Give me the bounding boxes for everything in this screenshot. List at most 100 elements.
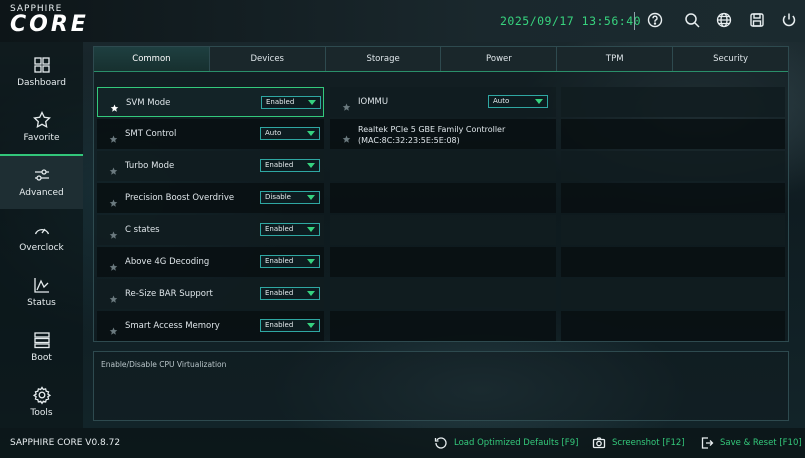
empty-row	[330, 279, 556, 309]
brand-main: CORE	[10, 12, 89, 37]
dropdown-value: Enabled	[265, 225, 294, 233]
dropdown-arrow-icon	[307, 195, 315, 200]
favorite-star-icon[interactable]	[109, 193, 118, 207]
empty-row	[330, 247, 556, 277]
gauge-icon	[32, 220, 52, 240]
dropdown-arrow-icon	[307, 227, 315, 232]
empty-row	[561, 87, 785, 117]
favorite-star-icon[interactable]	[109, 225, 118, 239]
favorite-star-icon[interactable]	[342, 97, 351, 111]
setting-label: Precision Boost Overdrive	[125, 193, 235, 203]
favorite-star-icon[interactable]	[110, 98, 119, 112]
sidebar-item-label: Tools	[30, 408, 53, 418]
smart-access-memory-dropdown[interactable]: Enabled	[260, 319, 320, 332]
power-icon[interactable]	[780, 11, 798, 29]
setting-row-realtek-controller[interactable]: Realtek PCIe 5 GBE Family Controller (MAC…	[330, 119, 556, 149]
empty-row	[330, 311, 556, 341]
c-states-dropdown[interactable]: Enabled	[260, 223, 320, 236]
sidebar-item-status[interactable]: Status	[0, 264, 83, 319]
description-text: Enable/Disable CPU Virtualization	[101, 360, 227, 369]
favorite-star-icon[interactable]	[109, 289, 118, 303]
resize-bar-support-dropdown[interactable]: Enabled	[260, 287, 320, 300]
tab-security[interactable]: Security	[673, 47, 788, 71]
sidebar-item-label: Dashboard	[17, 78, 66, 88]
setting-row-turbo-mode[interactable]: Turbo Mode Enabled	[97, 151, 324, 181]
setting-label: SVM Mode	[126, 98, 171, 108]
setting-label: Smart Access Memory	[125, 321, 220, 331]
sidebar-item-overclock[interactable]: Overclock	[0, 209, 83, 264]
sidebar-item-advanced[interactable]: Advanced	[0, 154, 83, 209]
precision-boost-overdrive-dropdown[interactable]: Disable	[260, 191, 320, 204]
favorite-star-icon[interactable]	[109, 161, 118, 175]
search-icon[interactable]	[683, 11, 701, 29]
smt-control-dropdown[interactable]: Auto	[260, 127, 320, 140]
sidebar-item-dashboard[interactable]: Dashboard	[0, 44, 83, 99]
camera-icon	[592, 436, 606, 450]
favorite-star-icon[interactable]	[109, 257, 118, 271]
load-defaults-button[interactable]: Load Optimized Defaults [F9]	[434, 436, 578, 450]
dropdown-arrow-icon	[307, 163, 315, 168]
empty-row	[561, 247, 785, 277]
empty-row	[561, 119, 785, 149]
setting-row-svm-mode[interactable]: SVM Mode Enabled	[97, 87, 324, 117]
tab-devices[interactable]: Devices	[209, 47, 326, 71]
dropdown-value: Enabled	[265, 289, 294, 297]
empty-row	[330, 151, 556, 181]
tab-power[interactable]: Power	[441, 47, 558, 71]
toolbar-divider	[634, 12, 635, 30]
screenshot-button[interactable]: Screenshot [F12]	[592, 436, 685, 450]
setting-row-smt-control[interactable]: SMT Control Auto	[97, 119, 324, 149]
datetime: 2025/09/17 13:56:40	[500, 14, 642, 28]
setting-row-above-4g-decoding[interactable]: Above 4G Decoding Enabled	[97, 247, 324, 277]
save-reset-button[interactable]: Save & Reset [F10]	[700, 436, 802, 450]
save-reset-label: Save & Reset [F10]	[720, 438, 802, 448]
sidebar-item-boot[interactable]: Boot	[0, 319, 83, 374]
empty-row	[561, 183, 785, 213]
sidebar-item-label: Overclock	[19, 243, 64, 253]
description-panel: Enable/Disable CPU Virtualization	[93, 351, 789, 421]
favorite-star-icon[interactable]	[109, 129, 118, 143]
sidebar-item-label: Advanced	[19, 188, 64, 198]
sidebar-item-label: Favorite	[23, 133, 60, 143]
above-4g-decoding-dropdown[interactable]: Enabled	[260, 255, 320, 268]
sidebar-item-favorite[interactable]: Favorite	[0, 99, 83, 154]
favorite-star-icon[interactable]	[342, 129, 351, 143]
reset-icon	[434, 436, 448, 450]
dropdown-arrow-icon	[535, 99, 543, 104]
controller-name: Realtek PCIe 5 GBE Family Controller	[358, 125, 506, 134]
tab-tpm[interactable]: TPM	[557, 47, 674, 71]
setting-row-resize-bar-support[interactable]: Re-Size BAR Support Enabled	[97, 279, 324, 309]
tab-common[interactable]: Common	[94, 47, 210, 71]
setting-row-smart-access-memory[interactable]: Smart Access Memory Enabled	[97, 311, 324, 341]
dashboard-icon	[32, 55, 52, 75]
dropdown-arrow-icon	[307, 131, 315, 136]
sidebar: Dashboard Favorite Advanced Overclock St…	[0, 42, 83, 428]
svm-mode-dropdown[interactable]: Enabled	[261, 96, 321, 109]
setting-row-c-states[interactable]: C states Enabled	[97, 215, 324, 245]
sidebar-item-tools[interactable]: Tools	[0, 374, 83, 429]
setting-label: Re-Size BAR Support	[125, 289, 213, 299]
bottom-bar: SAPPHIRE CORE V0.8.72 Load Optimized Def…	[0, 428, 805, 458]
sidebar-item-label: Status	[27, 298, 56, 308]
setting-label: SMT Control	[125, 129, 177, 139]
server-icon	[32, 330, 52, 350]
dropdown-value: Enabled	[265, 161, 294, 169]
controller-mac: (MAC:8C:32:23:5E:5E:08)	[358, 136, 460, 145]
help-icon[interactable]	[646, 11, 664, 29]
globe-icon[interactable]	[715, 11, 733, 29]
save-icon[interactable]	[748, 11, 766, 29]
tab-storage[interactable]: Storage	[325, 47, 442, 71]
turbo-mode-dropdown[interactable]: Enabled	[260, 159, 320, 172]
chart-icon	[32, 275, 52, 295]
tab-bar: Common Devices Storage Power TPM Securit…	[94, 47, 788, 71]
iommu-dropdown[interactable]: Auto	[488, 95, 548, 108]
favorite-star-icon[interactable]	[109, 321, 118, 335]
setting-label: IOMMU	[358, 97, 389, 107]
empty-row	[561, 279, 785, 309]
gear-icon	[32, 385, 52, 405]
empty-row	[330, 215, 556, 245]
dropdown-arrow-icon	[307, 259, 315, 264]
setting-row-precision-boost-overdrive[interactable]: Precision Boost Overdrive Disable	[97, 183, 324, 213]
setting-row-iommu[interactable]: IOMMU Auto	[330, 87, 556, 117]
dropdown-value: Disable	[265, 193, 291, 201]
